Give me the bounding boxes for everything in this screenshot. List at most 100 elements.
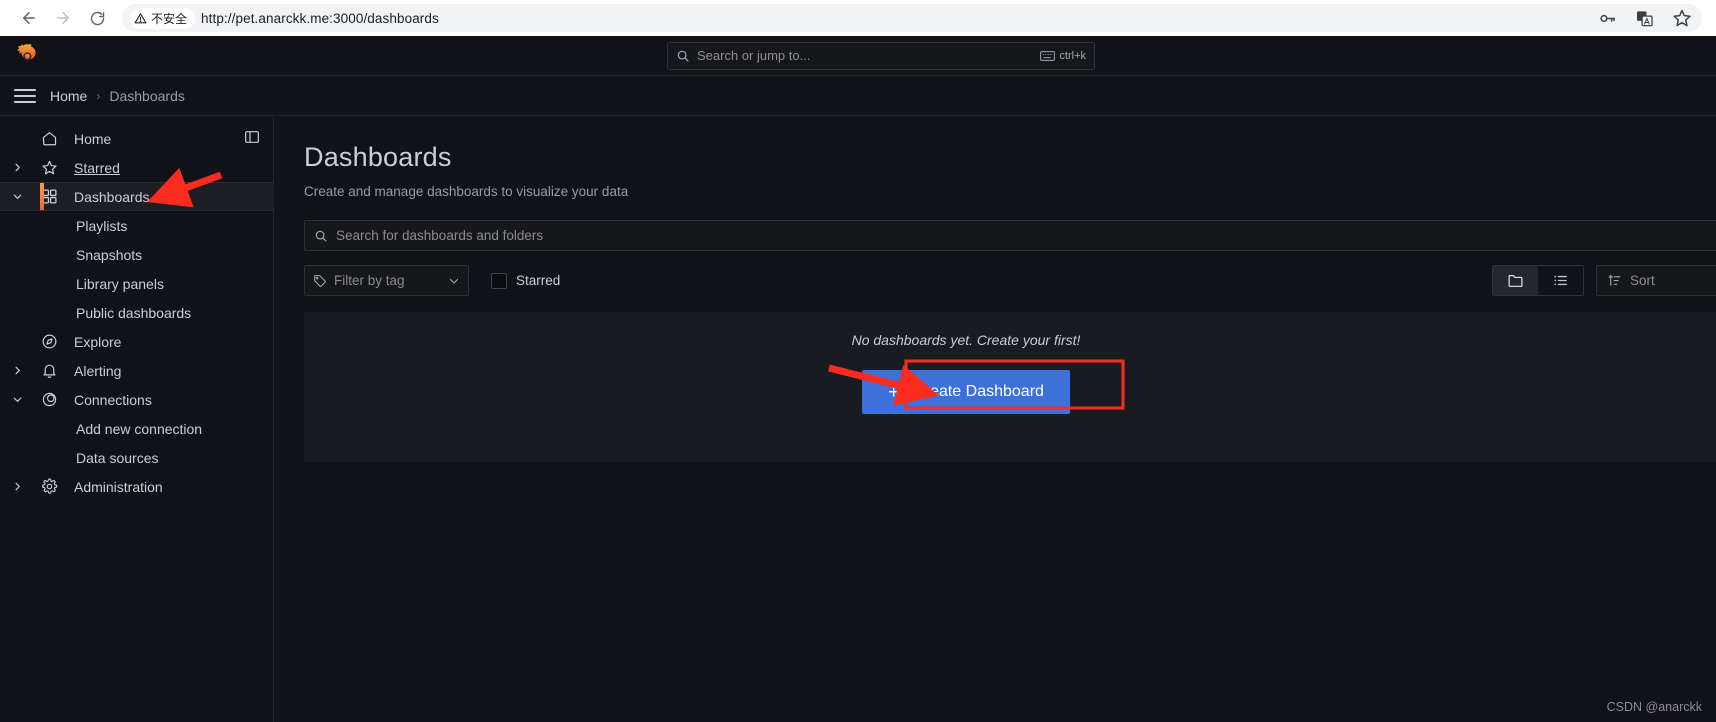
sidebar-nav: Home Starred Dashboards Playlists Snapsh… — [0, 116, 274, 722]
chevron-right-icon[interactable] — [0, 365, 34, 376]
dashboard-search-input[interactable]: Search for dashboards and folders — [304, 220, 1716, 251]
breadcrumb-home[interactable]: Home — [50, 88, 87, 104]
keyboard-icon — [1040, 50, 1056, 61]
search-icon — [677, 50, 689, 62]
chevron-down-icon[interactable] — [0, 191, 34, 202]
sidebar-item-connections[interactable]: Connections — [0, 385, 273, 414]
global-search-placeholder: Search or jump to... — [697, 48, 811, 63]
dashboards-empty-panel: No dashboards yet. Create your first! + … — [304, 312, 1716, 462]
starred-filter[interactable]: Starred — [491, 272, 561, 289]
dashboards-grid-icon — [34, 188, 64, 205]
sort-select[interactable]: Sort — [1596, 265, 1716, 296]
url-text: http://pet.anarckk.me:3000/dashboards — [201, 10, 439, 26]
hamburger-line — [14, 88, 36, 91]
search-icon — [315, 230, 327, 242]
search-shortcut-text: ctrl+k — [1059, 49, 1086, 62]
gear-icon — [34, 478, 64, 495]
view-mode-toggle-group — [1492, 265, 1584, 296]
sidebar-item-label: Public dashboards — [76, 304, 192, 321]
grafana-logo-button[interactable] — [14, 43, 40, 69]
breadcrumb-bar: Home › Dashboards — [0, 76, 1716, 116]
sidebar-item-add-new-connection[interactable]: Add new connection — [0, 414, 273, 443]
address-bar[interactable]: 不安全 http://pet.anarckk.me:3000/dashboard… — [122, 4, 1702, 32]
sidebar-item-explore[interactable]: Explore — [0, 327, 273, 356]
sidebar-item-label: Data sources — [76, 449, 159, 466]
sidebar-item-label: Starred — [74, 159, 120, 176]
grafana-topbar: Search or jump to... ctrl+k — [0, 36, 1716, 76]
page-subtitle: Create and manage dashboards to visualiz… — [304, 184, 629, 199]
breadcrumb-separator: › — [96, 88, 101, 103]
arrow-left-icon — [23, 12, 35, 24]
starred-checkbox[interactable] — [491, 272, 507, 289]
sidebar-item-label: Administration — [74, 478, 163, 495]
password-manager-button[interactable] — [1598, 9, 1617, 28]
empty-state-message: No dashboards yet. Create your first! — [851, 332, 1081, 348]
list-view-button[interactable] — [1538, 266, 1583, 295]
compass-icon — [34, 333, 64, 350]
filter-by-tag-label: Filter by tag — [334, 273, 405, 288]
arrow-right-icon — [57, 12, 69, 24]
hamburger-line — [14, 100, 36, 103]
sidebar-item-starred[interactable]: Starred — [0, 153, 273, 182]
sidebar-item-data-sources[interactable]: Data sources — [0, 443, 273, 472]
home-icon — [34, 130, 64, 147]
menu-toggle-button[interactable] — [14, 88, 36, 103]
search-shortcut-badge: ctrl+k — [1040, 50, 1086, 62]
page-title: Dashboards — [304, 142, 452, 172]
browser-back-button[interactable] — [14, 3, 44, 33]
hamburger-line — [14, 94, 36, 97]
main-content: Dashboards Create and manage dashboards … — [274, 116, 1716, 722]
starred-filter-label: Starred — [516, 273, 561, 288]
sidebar-item-home[interactable]: Home — [0, 124, 273, 153]
sidebar-item-label: Explore — [74, 333, 122, 350]
sidebar-item-dashboards[interactable]: Dashboards — [0, 182, 273, 211]
sidebar-item-snapshots[interactable]: Snapshots — [0, 240, 273, 269]
bell-icon — [34, 362, 64, 379]
sidebar-item-label: Library panels — [76, 275, 164, 292]
sort-amount-up-icon — [1608, 275, 1621, 286]
sidebar-item-library-panels[interactable]: Library panels — [0, 269, 273, 298]
sidebar-item-label: Alerting — [74, 362, 122, 379]
security-chip[interactable]: 不安全 — [130, 7, 196, 29]
warning-triangle-icon — [134, 12, 147, 23]
sidebar-item-playlists[interactable]: Playlists — [0, 211, 273, 240]
security-label: 不安全 — [151, 11, 188, 26]
watermark-text: CSDN @anarckk — [1606, 700, 1702, 714]
browser-toolbar: 不安全 http://pet.anarckk.me:3000/dashboard… — [0, 0, 1716, 36]
folder-view-button[interactable] — [1493, 266, 1538, 295]
bookmark-button[interactable] — [1672, 8, 1692, 28]
chevron-down-icon[interactable] — [448, 275, 460, 287]
browser-reload-button[interactable] — [82, 3, 112, 33]
sidebar-item-label: Add new connection — [76, 420, 203, 437]
sidebar-item-administration[interactable]: Administration — [0, 472, 273, 501]
browser-forward-button[interactable] — [48, 3, 78, 33]
translate-button[interactable] — [1635, 9, 1654, 28]
chevron-right-icon[interactable] — [0, 162, 34, 173]
sort-label: Sort — [1630, 273, 1655, 288]
reload-icon — [90, 11, 104, 25]
dashboard-search-placeholder: Search for dashboards and folders — [336, 228, 544, 243]
global-search-input[interactable]: Search or jump to... ctrl+k — [667, 41, 1095, 70]
star-icon — [34, 159, 64, 176]
create-dashboard-label: Create Dashboard — [913, 383, 1044, 400]
filter-toolbar: Filter by tag Starred Sort — [304, 265, 1716, 296]
breadcrumb-current[interactable]: Dashboards — [109, 88, 185, 104]
grafana-logo-icon — [17, 43, 36, 60]
breadcrumb: Home › Dashboards — [50, 88, 185, 104]
sidebar-item-public-dashboards[interactable]: Public dashboards — [0, 298, 273, 327]
plus-icon: + — [888, 381, 900, 403]
chevron-down-icon[interactable] — [0, 394, 34, 405]
view-tools: Sort — [1492, 265, 1716, 296]
sidebar-item-alerting[interactable]: Alerting — [0, 356, 273, 385]
star-outline-icon — [1673, 9, 1691, 27]
sidebar-item-label: Snapshots — [76, 246, 143, 263]
chevron-right-icon[interactable] — [0, 481, 34, 492]
sidebar-item-label: Playlists — [76, 217, 128, 234]
sidebar-item-label: Home — [74, 130, 112, 147]
filter-by-tag-select[interactable]: Filter by tag — [304, 265, 469, 296]
sidebar-item-label: Connections — [74, 391, 152, 408]
tag-icon — [314, 274, 326, 287]
sidebar-item-label: Dashboards — [74, 188, 150, 205]
create-dashboard-button[interactable]: + Create Dashboard — [862, 370, 1070, 414]
folder-icon — [1508, 275, 1523, 287]
